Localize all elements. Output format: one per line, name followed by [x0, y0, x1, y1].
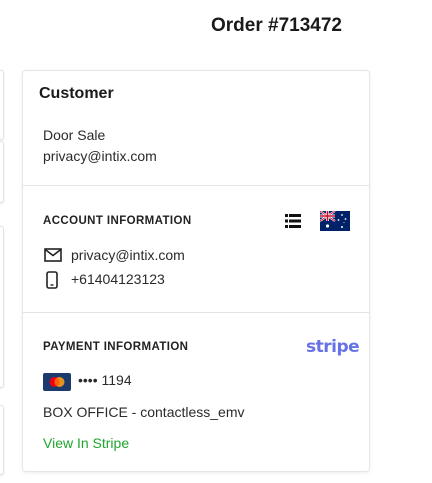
- partial-card-left: [0, 141, 4, 203]
- australia-flag-icon[interactable]: [320, 211, 350, 231]
- customer-email: privacy@intix.com: [43, 148, 157, 164]
- account-email: privacy@intix.com: [71, 247, 185, 263]
- customer-card-title: Customer: [39, 85, 114, 102]
- section-divider: [23, 312, 369, 313]
- payment-information-title: PAYMENT INFORMATION: [43, 341, 189, 353]
- partial-card-left: [0, 405, 4, 475]
- order-page: Order #713472 Customer Door Sale privacy…: [0, 0, 432, 483]
- partial-card-left: [0, 226, 4, 388]
- stripe-logo: stripe: [306, 337, 360, 357]
- customer-name: Door Sale: [43, 127, 106, 143]
- order-title: Order #713472: [211, 15, 342, 36]
- view-in-stripe-link[interactable]: View In Stripe: [43, 435, 129, 451]
- section-divider: [23, 185, 369, 186]
- account-information-title: ACCOUNT INFORMATION: [43, 215, 192, 227]
- account-phone: +61404123123: [71, 271, 165, 287]
- list-icon[interactable]: [285, 214, 301, 228]
- mail-icon: [44, 248, 62, 262]
- mobile-phone-icon: [46, 271, 58, 289]
- partial-card-left: [0, 70, 4, 140]
- mastercard-icon: [43, 373, 71, 391]
- payment-method: BOX OFFICE - contactless_emv: [43, 404, 245, 420]
- card-last-four: •••• 1194: [78, 372, 132, 388]
- customer-card: Customer Door Sale privacy@intix.com ACC…: [22, 70, 370, 472]
